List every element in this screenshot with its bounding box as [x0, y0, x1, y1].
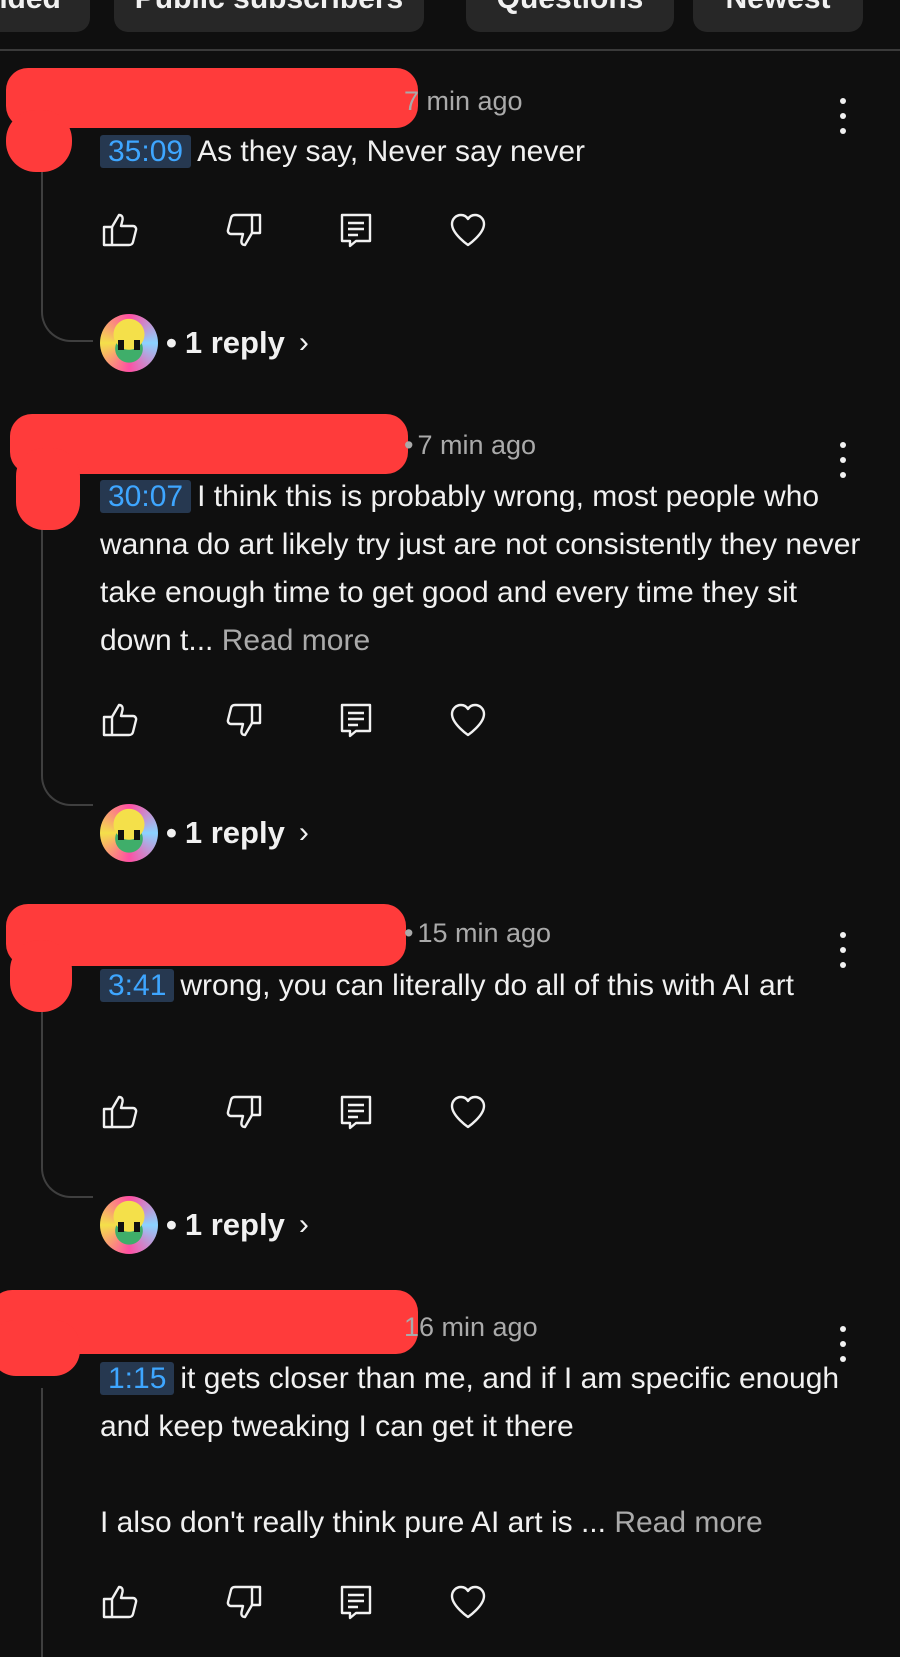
chip-divider [0, 49, 900, 51]
comment-text: 35:09 As they say, Never say never [100, 128, 870, 176]
chip-questions[interactable]: Questions [466, 0, 674, 32]
comment-text: 1:15 it gets closer than me, and if I am … [100, 1355, 870, 1547]
comment-text: 30:07 I think this is probably wrong, mos… [100, 473, 870, 665]
timestamp-link[interactable]: 35:09 [100, 135, 192, 168]
chip-newest[interactable]: Newest [693, 0, 863, 32]
comment-icon[interactable] [336, 1092, 376, 1132]
replies-button[interactable]: • 1 reply › [100, 804, 309, 862]
thumbs-down-icon[interactable] [224, 1582, 264, 1622]
chip-label: Newest [725, 0, 830, 16]
replier-avatar [100, 804, 158, 862]
reply-thread-line [41, 996, 93, 1198]
comment-icon[interactable] [336, 1582, 376, 1622]
reply-thread-line [41, 160, 93, 342]
thumbs-down-icon[interactable] [224, 1092, 264, 1132]
redacted-username [6, 68, 418, 128]
chip-label: nded [0, 0, 61, 16]
reply-dot: • [166, 325, 177, 360]
timestamp-link[interactable]: 1:15 [100, 1362, 175, 1395]
redacted-avatar [10, 940, 72, 1012]
reply-count: 1 reply [184, 1207, 285, 1242]
chip-sorted[interactable]: nded [0, 0, 90, 32]
timestamp-link[interactable]: 30:07 [100, 480, 192, 513]
comments-page: nded Public subscribers Questions Newest… [0, 0, 900, 1657]
heart-icon[interactable] [448, 1092, 488, 1132]
thumbs-down-icon[interactable] [224, 210, 264, 250]
thumbs-up-icon[interactable] [100, 210, 140, 250]
chevron-right-icon: › [298, 1208, 309, 1241]
comment-text: 3:41 wrong, you can literally do all of t… [100, 962, 870, 1010]
chip-label: Questions [497, 0, 644, 16]
chip-public-subscribers[interactable]: Public subscribers [114, 0, 424, 32]
comment-actions [100, 210, 520, 250]
thumbs-down-icon[interactable] [224, 700, 264, 740]
replier-avatar [100, 314, 158, 372]
chip-label: Public subscribers [135, 0, 403, 16]
read-more-link[interactable]: Read more [222, 624, 370, 657]
reply-thread-line [41, 506, 93, 806]
redacted-avatar [6, 110, 72, 172]
reply-dot: • [166, 815, 177, 850]
comment-actions [100, 1092, 520, 1132]
heart-icon[interactable] [448, 210, 488, 250]
read-more-link[interactable]: Read more [614, 1506, 762, 1539]
comment-time: 16 min ago [404, 1312, 538, 1342]
thumbs-up-icon[interactable] [100, 1092, 140, 1132]
replies-button[interactable]: • 1 reply › [100, 1196, 309, 1254]
comment-body: I think this is probably wrong, most peo… [100, 480, 869, 657]
heart-icon[interactable] [448, 700, 488, 740]
comment-body: wrong, you can literally do all of this … [180, 969, 795, 1002]
reply-dot: • [166, 1207, 177, 1242]
filter-chip-bar: nded Public subscribers Questions Newest [0, 0, 900, 32]
heart-icon[interactable] [448, 1582, 488, 1622]
comment-time: 7 min ago [404, 86, 523, 116]
reply-thread-line [41, 1388, 93, 1657]
reply-count: 1 reply [184, 325, 285, 360]
comment-time: • 7 min ago [404, 430, 537, 460]
comment-body: As they say, Never say never [197, 135, 586, 168]
chevron-right-icon: › [298, 816, 309, 849]
redacted-avatar [0, 1320, 80, 1376]
timestamp-link[interactable]: 3:41 [100, 969, 175, 1002]
comment-icon[interactable] [336, 210, 376, 250]
comment-icon[interactable] [336, 700, 376, 740]
replier-avatar [100, 1196, 158, 1254]
replies-button[interactable]: • 1 reply › [100, 314, 309, 372]
reply-count: 1 reply [184, 815, 285, 850]
redacted-avatar [16, 448, 80, 530]
comment-actions [100, 1582, 520, 1622]
thumbs-up-icon[interactable] [100, 1582, 140, 1622]
comment-actions [100, 700, 520, 740]
thumbs-up-icon[interactable] [100, 700, 140, 740]
chevron-right-icon: › [298, 326, 309, 359]
comment-time: • 15 min ago [404, 918, 552, 948]
